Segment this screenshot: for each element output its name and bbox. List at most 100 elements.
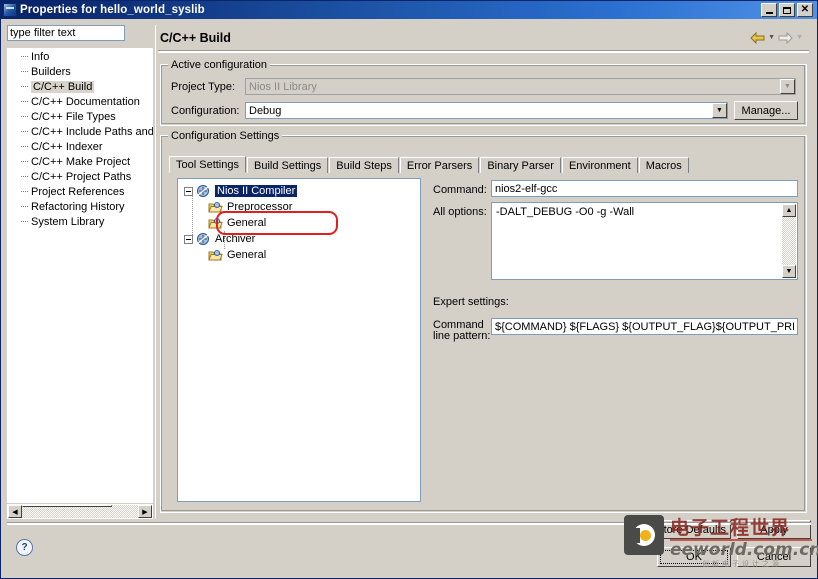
- tree-dash-icon: [21, 146, 28, 148]
- tool-tree-item-nios-ii-compiler[interactable]: Nios II Compiler: [178, 183, 420, 199]
- scroll-right-arrow-icon[interactable]: ▶: [138, 505, 152, 518]
- cancel-label: Cancel: [756, 551, 792, 563]
- cancel-button[interactable]: Cancel: [737, 547, 811, 567]
- tab-tool-settings[interactable]: Tool Settings: [169, 156, 246, 173]
- scroll-thumb[interactable]: [22, 505, 112, 507]
- sidebar-item-builders[interactable]: Builders: [7, 64, 153, 79]
- tree-dash-icon: [21, 206, 28, 208]
- back-history-chevron-down-icon[interactable]: ▼: [768, 34, 775, 41]
- tree-dash-icon: [21, 191, 28, 193]
- tree-dash-icon: [21, 101, 28, 103]
- active-configuration-group: Active configuration Project Type: Nios …: [160, 59, 807, 126]
- configuration-combo[interactable]: Debug ▼: [245, 102, 728, 119]
- scroll-down-arrow-icon[interactable]: ▼: [782, 265, 796, 278]
- manage-button-label: Manage...: [741, 104, 791, 117]
- header-divider: [158, 50, 809, 53]
- scroll-track[interactable]: [782, 217, 796, 265]
- help-question-icon[interactable]: ?: [16, 539, 33, 556]
- close-icon: ✕: [800, 4, 810, 15]
- tool-tree-item-archiver[interactable]: Archiver: [178, 231, 420, 247]
- filter-input[interactable]: [7, 25, 125, 41]
- ok-button[interactable]: OK: [657, 547, 731, 567]
- scroll-left-arrow-icon[interactable]: ◀: [8, 505, 22, 518]
- maximize-button[interactable]: [779, 3, 795, 17]
- sidebar-item-cpp-make-project[interactable]: C/C++ Make Project: [7, 154, 153, 169]
- configuration-chevron-down-icon[interactable]: ▼: [712, 103, 727, 118]
- tab-label: Macros: [645, 159, 682, 172]
- minimize-button[interactable]: [761, 3, 777, 17]
- tree-dash-icon: [21, 86, 28, 88]
- sidebar-item-label: C/C++ Project Paths: [31, 170, 132, 183]
- tool-tree-item-archiver-general[interactable]: General: [178, 247, 420, 263]
- forward-history-chevron-down-icon[interactable]: ▼: [796, 34, 803, 41]
- sidebar-item-cpp-include-paths[interactable]: C/C++ Include Paths and: [7, 124, 153, 139]
- sidebar-item-system-library[interactable]: System Library: [7, 214, 153, 229]
- sidebar-item-refactoring-history[interactable]: Refactoring History: [7, 199, 153, 214]
- expert-settings-label: Expert settings:: [433, 296, 509, 308]
- sidebar: Info Builders C/C++ Build C/C++ Document…: [7, 25, 153, 519]
- tool-tree-item-label: Preprocessor: [227, 201, 293, 213]
- sidebar-item-label: Refactoring History: [31, 200, 125, 213]
- tree-dash-icon: [21, 116, 28, 118]
- tab-environment[interactable]: Environment: [561, 157, 638, 173]
- tab-build-steps[interactable]: Build Steps: [329, 157, 399, 173]
- navigation-controls: ▼ ▼: [750, 31, 807, 44]
- forward-arrow-icon[interactable]: [778, 31, 793, 44]
- active-configuration-group-title: Active configuration: [168, 59, 270, 71]
- collapse-minus-icon[interactable]: [184, 186, 193, 196]
- tool-gear-icon: [196, 184, 211, 198]
- command-line-pattern-input[interactable]: [491, 318, 798, 335]
- sidebar-item-cpp-indexer[interactable]: C/C++ Indexer: [7, 139, 153, 154]
- collapse-minus-icon[interactable]: [184, 234, 193, 244]
- sidebar-item-cpp-documentation[interactable]: C/C++ Documentation: [7, 94, 153, 109]
- tab-binary-parser[interactable]: Binary Parser: [480, 157, 561, 173]
- scroll-up-arrow-icon[interactable]: ▲: [782, 204, 796, 217]
- sidebar-item-label: C/C++ Include Paths and: [31, 125, 153, 138]
- tool-tree-item-compiler-general[interactable]: General: [178, 215, 420, 231]
- sidebar-item-info[interactable]: Info: [7, 49, 153, 64]
- back-arrow-icon[interactable]: [750, 31, 765, 44]
- scroll-track[interactable]: [22, 505, 138, 518]
- tab-macros[interactable]: Macros: [638, 157, 689, 173]
- configuration-value: Debug: [249, 104, 282, 117]
- properties-dialog: Properties for hello_world_syslib ✕ Info…: [0, 0, 818, 579]
- folder-icon: [208, 201, 223, 214]
- sidebar-item-cpp-file-types[interactable]: C/C++ File Types: [7, 109, 153, 124]
- tool-tree-item-preprocessor[interactable]: Preprocessor: [178, 199, 420, 215]
- settings-tree[interactable]: Info Builders C/C++ Build C/C++ Document…: [7, 48, 153, 503]
- sidebar-item-project-references[interactable]: Project References: [7, 184, 153, 199]
- footer-divider: [7, 522, 811, 525]
- sidebar-item-cpp-project-paths[interactable]: C/C++ Project Paths: [7, 169, 153, 184]
- command-line-pattern-label-line2: line pattern:: [433, 330, 491, 342]
- maximize-icon: [783, 7, 791, 14]
- sidebar-item-label: C/C++ Build: [31, 80, 95, 93]
- command-label: Command:: [433, 184, 487, 196]
- properties-window-icon: [3, 3, 17, 17]
- configuration-label: Configuration:: [171, 105, 240, 117]
- close-button[interactable]: ✕: [797, 3, 813, 17]
- all-options-field[interactable]: -DALT_DEBUG -O0 -g -Wall ▲ ▼: [491, 202, 798, 280]
- settings-tabs: Tool Settings Build Settings Build Steps…: [169, 156, 798, 173]
- tab-error-parsers[interactable]: Error Parsers: [399, 157, 480, 173]
- configuration-settings-group: Configuration Settings Tool Settings Bui…: [160, 130, 807, 513]
- tab-label: Environment: [568, 159, 631, 172]
- tool-settings-tree[interactable]: Nios II Compiler Preprocessor General Ar…: [177, 178, 421, 502]
- sidebar-item-label: C/C++ Documentation: [31, 95, 140, 108]
- tab-label: Build Settings: [253, 159, 322, 172]
- window-controls: ✕: [761, 3, 815, 17]
- sidebar-item-label: Info: [31, 50, 50, 63]
- all-options-vertical-scrollbar[interactable]: ▲ ▼: [782, 204, 796, 278]
- project-type-chevron-down-icon: ▼: [780, 79, 795, 94]
- tab-label: Build Steps: [336, 159, 392, 172]
- sidebar-item-label: System Library: [31, 215, 105, 228]
- manage-button[interactable]: Manage...: [734, 101, 798, 120]
- tree-dash-icon: [21, 56, 28, 58]
- sidebar-horizontal-scrollbar[interactable]: ◀ ▶: [7, 504, 153, 519]
- sidebar-item-label: C/C++ File Types: [31, 110, 116, 123]
- page-header: C/C++ Build ▼ ▼: [156, 25, 811, 50]
- tool-gear-icon: [196, 232, 211, 246]
- sidebar-item-cpp-build[interactable]: C/C++ Build: [7, 79, 153, 94]
- project-type-label: Project Type:: [171, 81, 235, 93]
- tab-build-settings[interactable]: Build Settings: [246, 157, 329, 173]
- command-input[interactable]: [491, 180, 798, 197]
